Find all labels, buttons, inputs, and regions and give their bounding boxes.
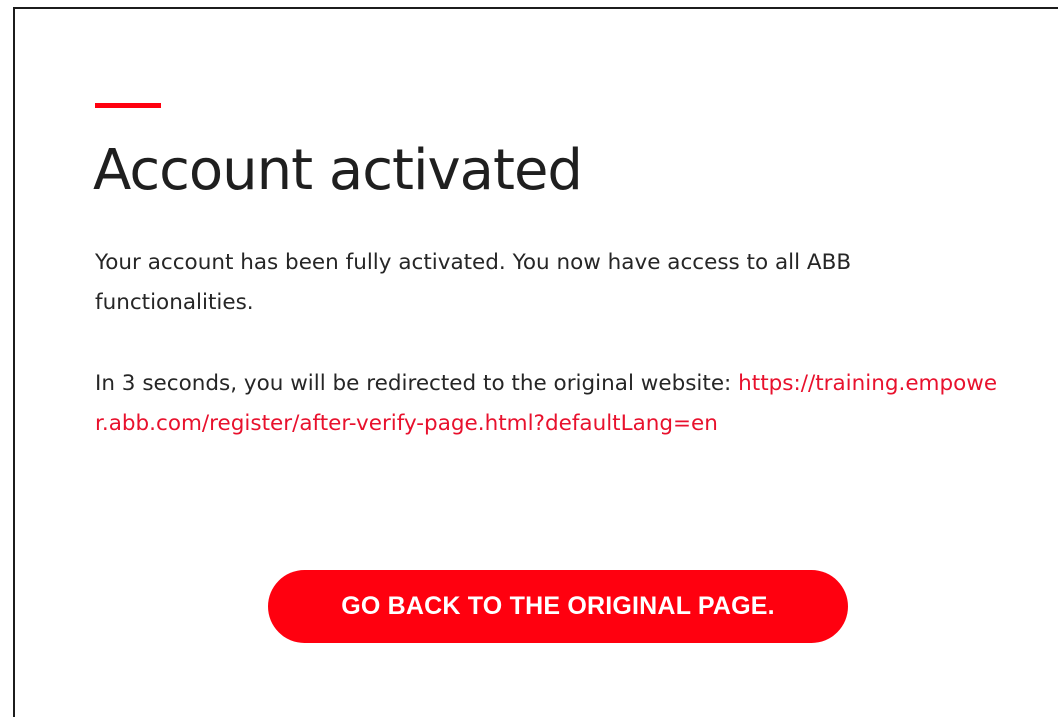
page-title: Account activated — [93, 138, 583, 203]
go-back-button[interactable]: GO BACK TO THE ORIGINAL PAGE. — [268, 570, 848, 643]
activation-message: Your account has been fully activated. Y… — [95, 250, 852, 315]
redirect-notice: In 3 seconds, you will be redirected to … — [95, 364, 1005, 444]
redirect-text: In 3 seconds, you will be redirected to … — [95, 371, 732, 396]
accent-bar — [95, 103, 161, 108]
